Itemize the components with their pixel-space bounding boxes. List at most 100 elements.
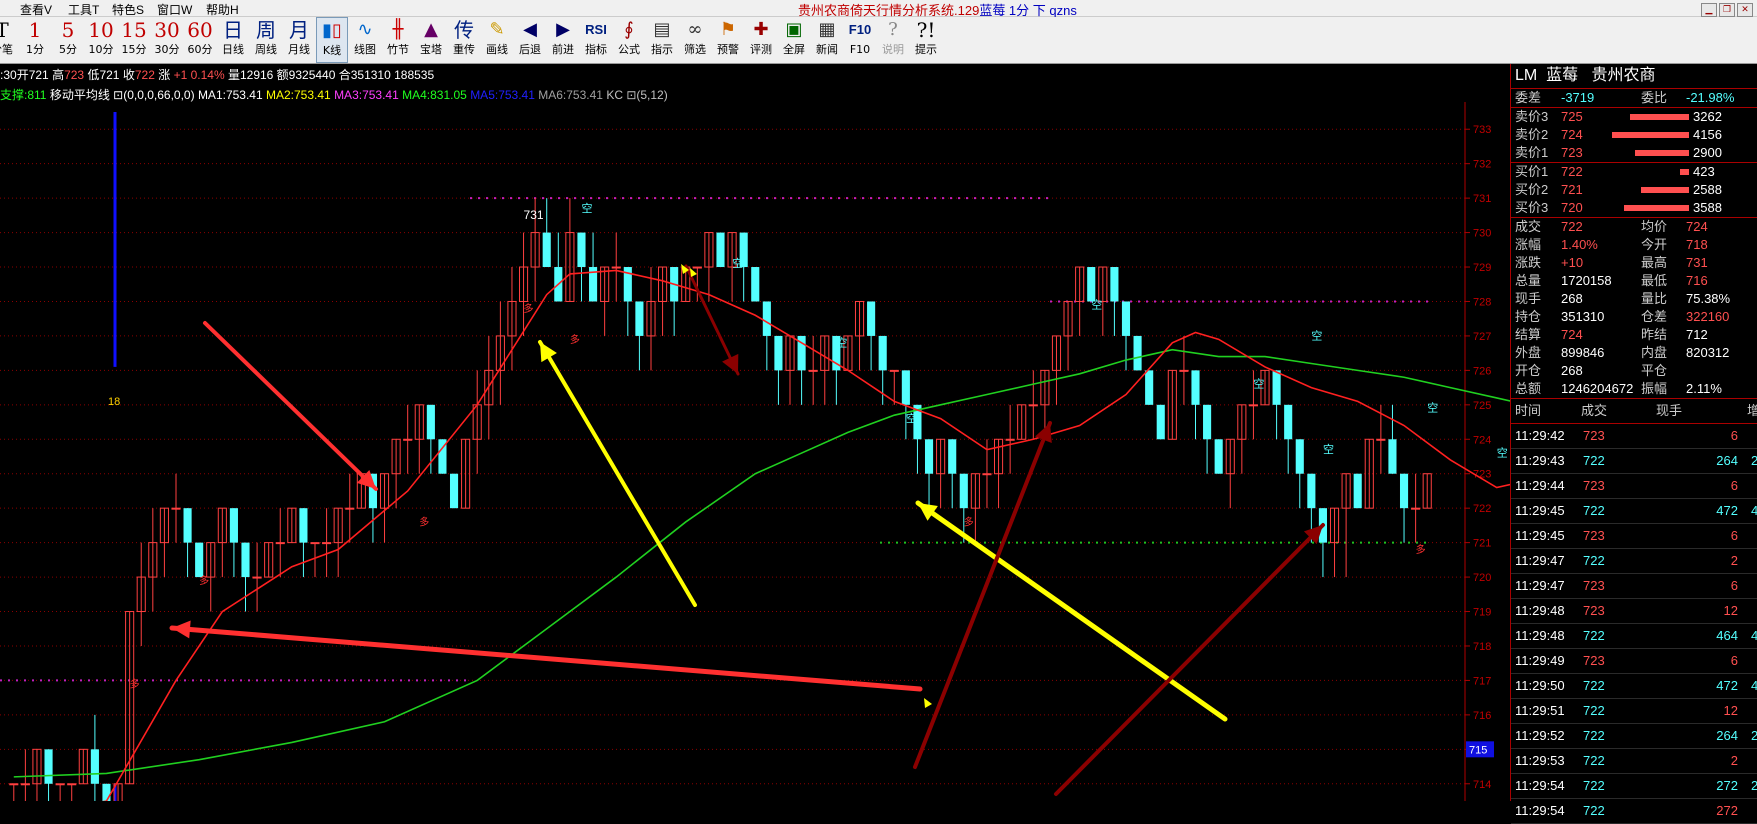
- kline-chart[interactable]: 733 732 731 730 729 728 727 726 725 724 723 722 721 7…: [0, 64, 1636, 820]
- tick-row[interactable]: 11:29:43 722 264 2: [1511, 449, 1757, 474]
- tick-row[interactable]: 11:29:49 723 6: [1511, 649, 1757, 674]
- tick-row[interactable]: 11:29:54 722 272 2: [1511, 774, 1757, 799]
- toolbar-button-19[interactable]: ∮ 公式: [613, 17, 645, 63]
- menu-view[interactable]: 查看V: [20, 1, 52, 18]
- toolbar-button-16[interactable]: ◀ 后退: [514, 17, 546, 63]
- info-high-label: 高: [52, 68, 65, 82]
- toolbar-button-15[interactable]: ✎ 画线: [481, 17, 513, 63]
- tick-row[interactable]: 11:29:48 723 12: [1511, 599, 1757, 624]
- minimize-icon[interactable]: ▁: [1701, 3, 1717, 17]
- toolbar-button-13[interactable]: ▲ 宝塔: [415, 17, 447, 63]
- y-tick-label: 720: [1473, 572, 1491, 584]
- toolbar-button-20[interactable]: ▤ 指示: [646, 17, 678, 63]
- menu-tools[interactable]: 工具T: [68, 1, 99, 18]
- tick-row[interactable]: 11:29:51 722 12: [1511, 699, 1757, 724]
- toolbar-button-12[interactable]: ╫ 竹节: [382, 17, 414, 63]
- toolbar-button-28[interactable]: ?! 提示: [910, 17, 942, 63]
- ask-volume-bar: [1635, 150, 1689, 156]
- ma-support: 支撑:811: [0, 88, 47, 102]
- tick-time: 11:29:45: [1515, 503, 1565, 518]
- ask-label: 卖价2: [1515, 127, 1549, 142]
- info-close: 722: [134, 68, 155, 82]
- toolbar-button-label: 画线: [486, 43, 508, 56]
- stat-row: 结算 724 昨结 712: [1511, 326, 1757, 344]
- toolbar-button-11[interactable]: ∿ 线图: [349, 17, 381, 63]
- y-tick-label: 725: [1473, 400, 1491, 412]
- tick-volume: 464: [1716, 628, 1738, 643]
- toolbar-button-21[interactable]: ∞ 筛选: [679, 17, 711, 63]
- tick-time: 11:29:54: [1515, 778, 1565, 793]
- tick-row[interactable]: 11:29:48 722 464 4: [1511, 624, 1757, 649]
- kc-indicator[interactable]: KC ⊡(5,12): [606, 88, 667, 102]
- toolbar-button-8[interactable]: 周周线: [250, 17, 282, 63]
- tick-row[interactable]: 11:29:45 722 472 4: [1511, 499, 1757, 524]
- ticks-col-price: 成交: [1581, 403, 1608, 418]
- bid-row[interactable]: 买价2 721 2588: [1511, 181, 1757, 199]
- tick-row[interactable]: 11:29:50 722 472 4: [1511, 674, 1757, 699]
- ask-row[interactable]: 卖价2 724 4156: [1511, 126, 1757, 144]
- stat-value: 716: [1686, 273, 1708, 288]
- tick-row[interactable]: 11:29:52 722 264 2: [1511, 724, 1757, 749]
- toolbar-button-4[interactable]: 15 15分: [118, 17, 150, 63]
- toolbar-button-6[interactable]: 60 60分: [184, 17, 216, 63]
- toolbar-button-26[interactable]: F10 F10: [844, 17, 876, 63]
- menu-window[interactable]: 窗口W: [157, 1, 192, 18]
- y-tick-label: 719: [1473, 607, 1491, 619]
- chart-canvas[interactable]: 733 732 731 730 729 728 727 726 725 724 723 722 721 7…: [0, 64, 1636, 820]
- tick-time: 11:29:47: [1515, 578, 1565, 593]
- ma-title[interactable]: 移动平均线 ⊡(0,0,0,66,0,0): [50, 88, 195, 102]
- toolbar-button-24[interactable]: ▣ 全屏: [778, 17, 810, 63]
- toolbar-button-14[interactable]: 传重传: [448, 17, 480, 63]
- menu-help[interactable]: 帮助H: [206, 1, 239, 18]
- pen-icon: ✎: [489, 19, 505, 40]
- ma3-value: MA3:753.41: [334, 88, 399, 102]
- tick-row[interactable]: 11:29:45 723 6: [1511, 524, 1757, 549]
- toolbar-button-22[interactable]: ⚑ 预警: [712, 17, 744, 63]
- bid-volume-bar: [1624, 205, 1689, 211]
- toolbar-button-label: 指示: [651, 43, 673, 56]
- toolbar-button-27[interactable]: ? 说明: [877, 17, 909, 63]
- close-icon[interactable]: ✕: [1737, 3, 1753, 17]
- toolbar-button-9[interactable]: 月月线: [283, 17, 315, 63]
- tick-row[interactable]: 11:29:47 722 2: [1511, 549, 1757, 574]
- tick-row[interactable]: 11:29:47 723 6: [1511, 574, 1757, 599]
- bid-row[interactable]: 买价1 722 423: [1511, 163, 1757, 181]
- toolbar-button-0[interactable]: T分笔: [0, 17, 18, 63]
- tick-volume: 2: [1730, 753, 1738, 768]
- toolbar-button-label: 分笔: [0, 43, 13, 56]
- candle-icon: ▮▯: [322, 20, 342, 41]
- ticks-list[interactable]: 11:29:42 723 6 11:29:43 722 264 2 11:29:44 723 6 1…: [1511, 424, 1757, 824]
- ask-row[interactable]: 卖价1 723 2900: [1511, 144, 1757, 162]
- ask-row[interactable]: 卖价3 725 3262: [1511, 108, 1757, 126]
- stat-label: 仓差: [1641, 309, 1668, 324]
- tick-row[interactable]: 11:29:54 722 272: [1511, 799, 1757, 824]
- bid-label: 买价1: [1515, 164, 1549, 179]
- stat-label: 涨跌: [1515, 255, 1542, 270]
- restore-icon[interactable]: ❐: [1719, 3, 1735, 17]
- tick-price: 722: [1583, 628, 1605, 643]
- tick-row[interactable]: 11:29:42 723 6: [1511, 424, 1757, 449]
- toolbar-button-25[interactable]: ▦ 新闻: [811, 17, 843, 63]
- toolbar-button-2[interactable]: 5 5分: [52, 17, 84, 63]
- candle-body: [542, 232, 551, 268]
- tick-price: 723: [1583, 478, 1605, 493]
- y-tick-label: 727: [1473, 331, 1491, 343]
- tick-row[interactable]: 11:29:44 723 6: [1511, 474, 1757, 499]
- toolbar-button-5[interactable]: 30 30分: [151, 17, 183, 63]
- menu-features[interactable]: 特色S: [112, 1, 144, 18]
- toolbar-button-23[interactable]: ✚ 评测: [745, 17, 777, 63]
- toolbar-button-7[interactable]: 日日线: [217, 17, 249, 63]
- wei-label: 委差: [1515, 90, 1542, 105]
- bid-row[interactable]: 买价3 720 3588: [1511, 199, 1757, 217]
- toolbar-button-1[interactable]: 1 1分: [19, 17, 51, 63]
- tick-row[interactable]: 11:29:53 722 2: [1511, 749, 1757, 774]
- toolbar-button-17[interactable]: ▶ 前进: [547, 17, 579, 63]
- toolbar-button-label: 筛选: [684, 43, 706, 56]
- toolbar-button-3[interactable]: 10 10分: [85, 17, 117, 63]
- toolbar-button-10[interactable]: ▮▯ K线: [316, 17, 348, 63]
- toolbar-button-18[interactable]: RSI 指标: [580, 17, 612, 63]
- tick-price: 723: [1583, 428, 1605, 443]
- kong-label: 空: [836, 335, 847, 349]
- tick-extra: 2: [1751, 778, 1757, 793]
- candle-body: [1028, 404, 1038, 407]
